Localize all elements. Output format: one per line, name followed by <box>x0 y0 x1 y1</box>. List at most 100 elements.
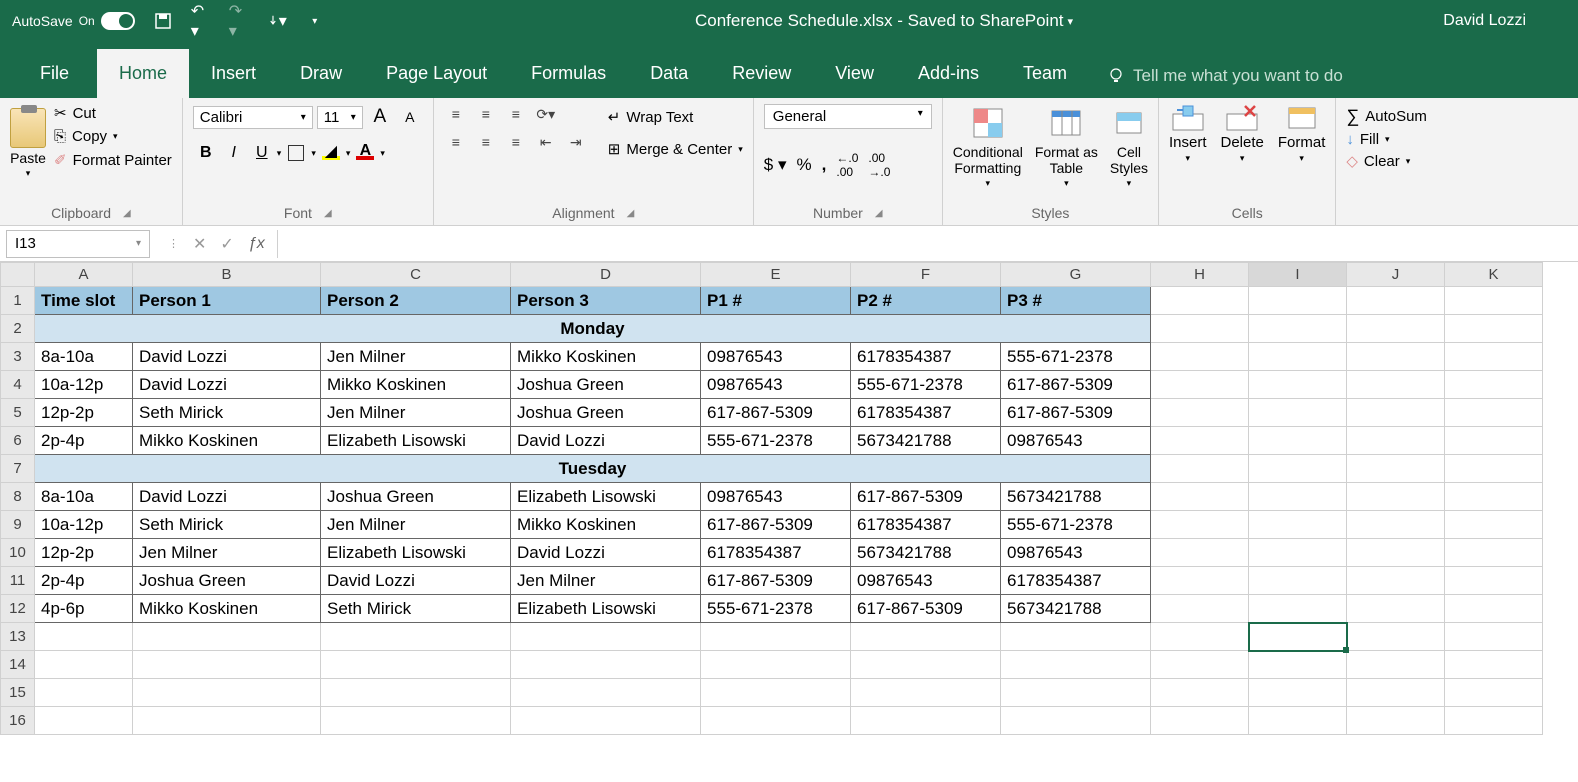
data-cell[interactable]: Jen Milner <box>321 511 511 539</box>
cell[interactable] <box>1445 343 1543 371</box>
accept-formula-icon[interactable]: ✓ <box>220 234 233 254</box>
cell[interactable] <box>1445 679 1543 707</box>
cell[interactable] <box>1347 427 1445 455</box>
data-cell[interactable]: Seth Mirick <box>321 595 511 623</box>
cell[interactable] <box>1249 511 1347 539</box>
touch-mode-icon[interactable]: ▾ <box>267 11 287 31</box>
header-cell[interactable]: P1 # <box>701 287 851 315</box>
data-cell[interactable]: 10a-12p <box>35 511 133 539</box>
cell[interactable] <box>1445 707 1543 735</box>
cell[interactable] <box>1445 455 1543 483</box>
cell[interactable] <box>1347 511 1445 539</box>
data-cell[interactable]: Elizabeth Lisowski <box>321 539 511 567</box>
row-header[interactable]: 5 <box>1 399 35 427</box>
data-cell[interactable]: 5673421788 <box>851 427 1001 455</box>
cell[interactable] <box>1347 399 1445 427</box>
align-bottom-icon[interactable]: ≡ <box>504 104 528 124</box>
row-header[interactable]: 2 <box>1 315 35 343</box>
data-cell[interactable]: 617-867-5309 <box>1001 399 1151 427</box>
cell[interactable] <box>1249 287 1347 315</box>
row-header[interactable]: 13 <box>1 623 35 651</box>
conditional-formatting-button[interactable]: Conditional Formatting▾ <box>953 104 1023 189</box>
cell[interactable] <box>133 651 321 679</box>
cell[interactable] <box>1445 371 1543 399</box>
data-cell[interactable]: Jen Milner <box>133 539 321 567</box>
tab-formulas[interactable]: Formulas <box>509 49 628 98</box>
data-cell[interactable]: David Lozzi <box>133 343 321 371</box>
data-cell[interactable]: 4p-6p <box>35 595 133 623</box>
cell[interactable] <box>321 623 511 651</box>
cell[interactable] <box>1249 371 1347 399</box>
data-cell[interactable]: 555-671-2378 <box>1001 511 1151 539</box>
column-header[interactable]: C <box>321 263 511 287</box>
data-cell[interactable]: 12p-2p <box>35 539 133 567</box>
data-cell[interactable]: Elizabeth Lisowski <box>511 595 701 623</box>
cell[interactable] <box>1249 679 1347 707</box>
cell[interactable] <box>1445 511 1543 539</box>
cell[interactable] <box>1347 343 1445 371</box>
cell[interactable] <box>1445 567 1543 595</box>
cell[interactable] <box>701 679 851 707</box>
tab-team[interactable]: Team <box>1001 49 1089 98</box>
data-cell[interactable]: Joshua Green <box>511 371 701 399</box>
data-cell[interactable]: 6178354387 <box>1001 567 1151 595</box>
day-header-cell[interactable]: Monday <box>35 315 1151 343</box>
cell[interactable] <box>35 679 133 707</box>
data-cell[interactable]: David Lozzi <box>321 567 511 595</box>
namebox-dropdown-icon[interactable]: ⋮ <box>168 237 179 250</box>
cell[interactable] <box>1445 595 1543 623</box>
orientation-icon[interactable]: ⟳▾ <box>534 104 558 124</box>
cell[interactable] <box>1151 455 1249 483</box>
data-cell[interactable]: 6178354387 <box>851 399 1001 427</box>
data-cell[interactable]: 555-671-2378 <box>1001 343 1151 371</box>
tab-home[interactable]: Home <box>97 49 189 98</box>
cell[interactable] <box>1249 595 1347 623</box>
header-cell[interactable]: P2 # <box>851 287 1001 315</box>
row-header[interactable]: 6 <box>1 427 35 455</box>
cell[interactable] <box>1249 623 1347 651</box>
header-cell[interactable]: Person 1 <box>133 287 321 315</box>
row-header[interactable]: 3 <box>1 343 35 371</box>
spreadsheet-grid[interactable]: ABCDEFGHIJK1Time slotPerson 1Person 2Per… <box>0 262 1578 735</box>
data-cell[interactable]: Joshua Green <box>511 399 701 427</box>
cell[interactable] <box>1445 483 1543 511</box>
row-header[interactable]: 14 <box>1 651 35 679</box>
dialog-launcher-icon[interactable]: ◢ <box>324 208 332 219</box>
cell[interactable] <box>1249 539 1347 567</box>
redo-icon[interactable]: ↷ ▾ <box>229 11 249 31</box>
dialog-launcher-icon[interactable]: ◢ <box>627 208 635 219</box>
data-cell[interactable]: 617-867-5309 <box>701 567 851 595</box>
header-cell[interactable]: Person 3 <box>511 287 701 315</box>
percent-format-icon[interactable]: % <box>797 155 812 175</box>
cell[interactable] <box>1249 707 1347 735</box>
cell[interactable] <box>1151 399 1249 427</box>
row-header[interactable]: 9 <box>1 511 35 539</box>
decrease-indent-icon[interactable]: ⇤ <box>534 132 558 152</box>
row-header[interactable]: 7 <box>1 455 35 483</box>
data-cell[interactable]: 5673421788 <box>851 539 1001 567</box>
row-header[interactable]: 12 <box>1 595 35 623</box>
cell[interactable] <box>851 651 1001 679</box>
cell[interactable] <box>1347 483 1445 511</box>
cell[interactable] <box>1249 315 1347 343</box>
tab-page-layout[interactable]: Page Layout <box>364 49 509 98</box>
column-header[interactable]: F <box>851 263 1001 287</box>
cell[interactable] <box>1249 343 1347 371</box>
increase-font-icon[interactable]: A <box>367 104 393 130</box>
data-cell[interactable]: Seth Mirick <box>133 511 321 539</box>
column-header[interactable]: H <box>1151 263 1249 287</box>
cell[interactable] <box>701 651 851 679</box>
increase-decimal-icon[interactable]: ←.0.00 <box>836 151 858 179</box>
cell[interactable] <box>1151 427 1249 455</box>
decrease-font-icon[interactable]: A <box>397 104 423 130</box>
data-cell[interactable]: Joshua Green <box>133 567 321 595</box>
cell[interactable] <box>1347 707 1445 735</box>
insert-cells-button[interactable]: Insert▾ <box>1169 104 1207 164</box>
cell[interactable] <box>1347 623 1445 651</box>
cell[interactable] <box>1445 539 1543 567</box>
autosum-button[interactable]: ∑AutoSum <box>1346 106 1427 127</box>
cell[interactable] <box>1001 679 1151 707</box>
fill-button[interactable]: ↓Fill▾ <box>1346 131 1427 148</box>
data-cell[interactable]: Jen Milner <box>511 567 701 595</box>
user-name[interactable]: David Lozzi <box>1443 12 1526 30</box>
